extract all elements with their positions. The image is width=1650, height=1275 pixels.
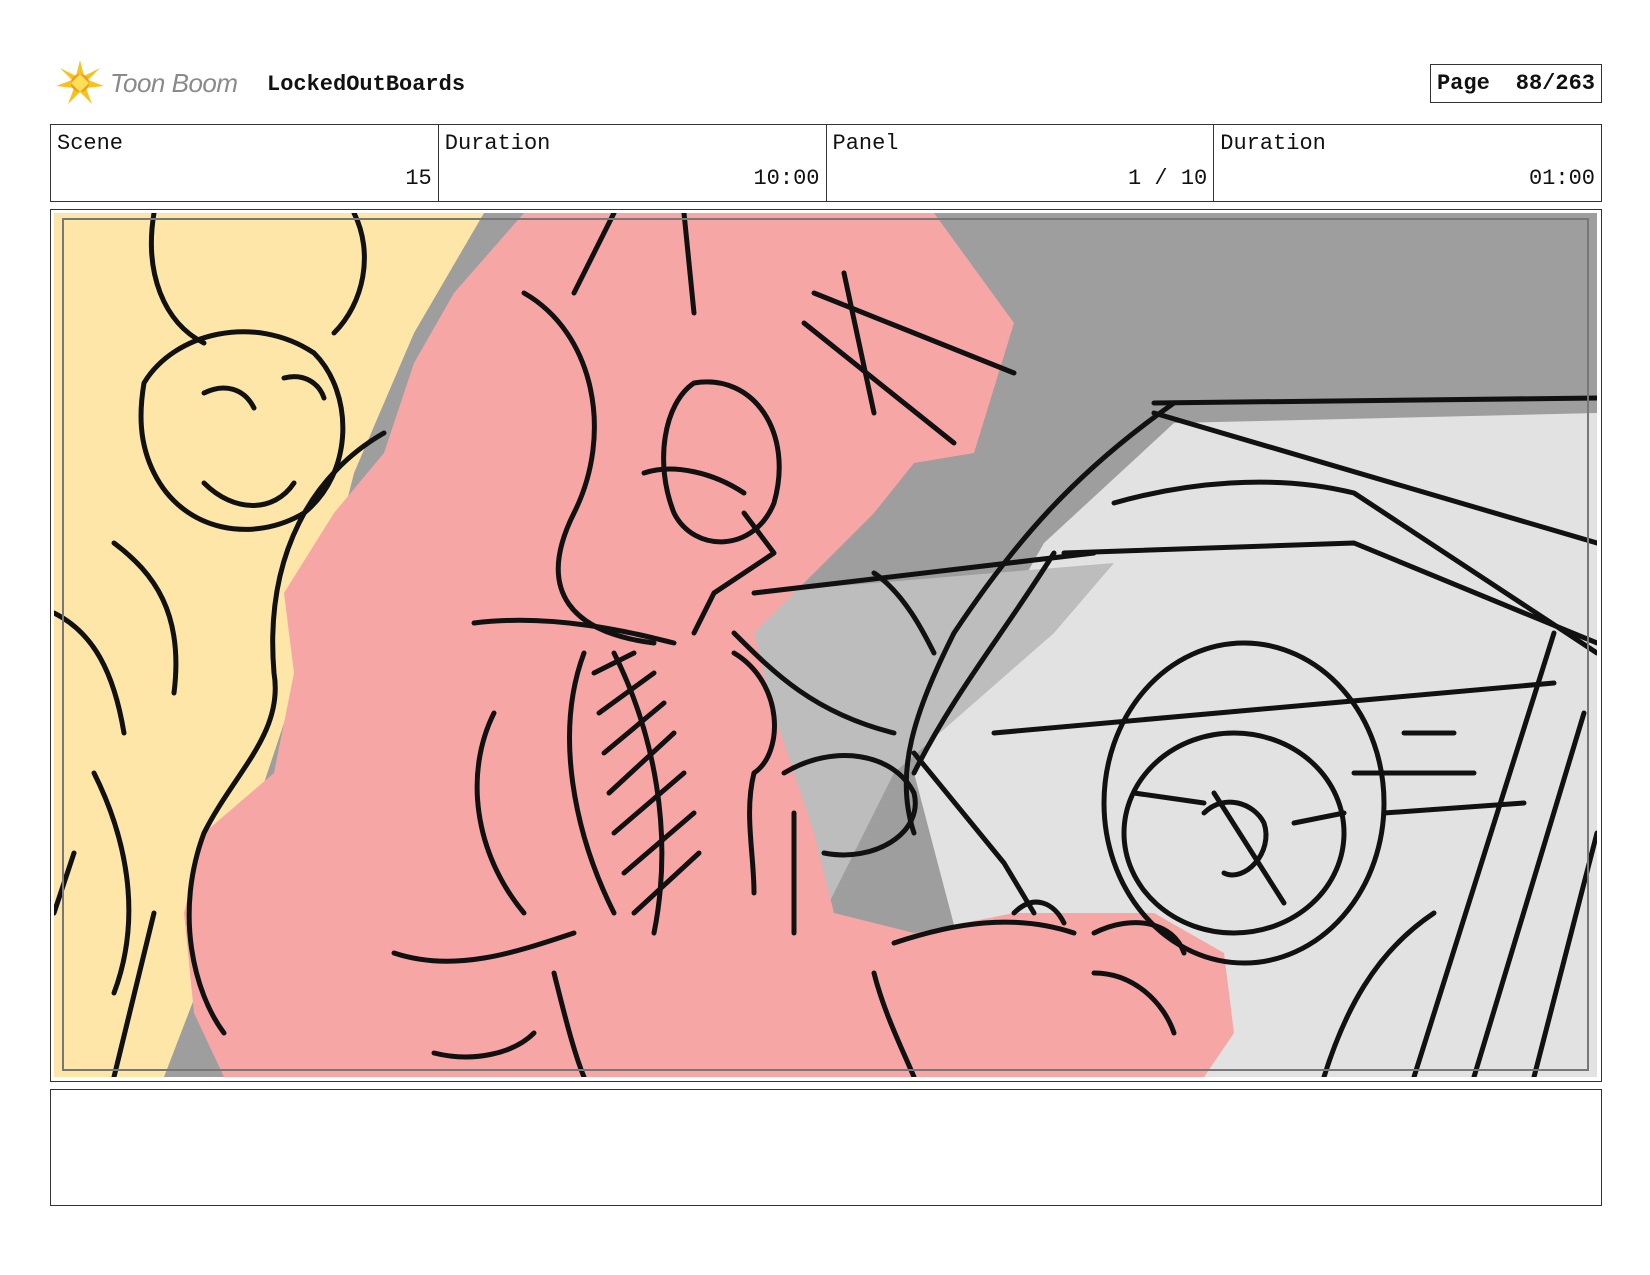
panel-duration-value: 01:00: [1528, 166, 1595, 191]
panel-cell: Panel 1 / 10: [827, 125, 1215, 201]
panel-duration-cell: Duration 01:00: [1214, 125, 1601, 201]
panel-notes[interactable]: [50, 1089, 1602, 1206]
page-header: Toon Boom LockedOutBoards Page 88/263: [50, 56, 1602, 112]
page-number: 88/263: [1515, 71, 1595, 96]
panel-sketch: [54, 213, 1597, 1077]
scene-cell: Scene 15: [51, 125, 439, 201]
panel-value: 1 / 10: [1128, 166, 1208, 191]
panel-label: Panel: [832, 131, 899, 156]
scene-duration-cell: Duration 10:00: [439, 125, 827, 201]
panel-duration-label: Duration: [1220, 131, 1326, 156]
page-indicator: Page 88/263: [1429, 64, 1602, 103]
project-title: LockedOutBoards: [267, 72, 466, 97]
scene-label: Scene: [57, 131, 124, 156]
info-row: Scene 15 Duration 10:00 Panel 1 / 10 Dur…: [50, 124, 1602, 202]
scene-value: 15: [405, 166, 432, 191]
brand-name: Toon Boom: [110, 68, 238, 98]
toon-boom-logo-icon: [56, 60, 104, 104]
storyboard-panel: [50, 209, 1602, 1082]
page-label: Page: [1436, 71, 1490, 96]
scene-duration-value: 10:00: [753, 166, 820, 191]
scene-duration-label: Duration: [444, 131, 551, 156]
